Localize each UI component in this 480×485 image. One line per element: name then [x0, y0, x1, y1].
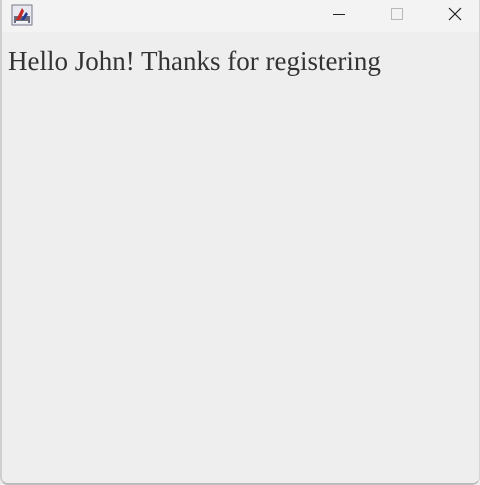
- close-icon: [448, 7, 462, 26]
- app-window: Hello John! Thanks for registering: [0, 0, 480, 485]
- maximize-icon: [391, 7, 403, 25]
- content-pane: Hello John! Thanks for registering: [2, 32, 479, 483]
- minimize-icon: [333, 7, 345, 25]
- title-bar[interactable]: [2, 0, 479, 33]
- minimize-button[interactable]: [310, 0, 368, 32]
- close-button[interactable]: [426, 0, 479, 32]
- welcome-message-label: Hello John! Thanks for registering: [8, 46, 381, 76]
- java-app-icon: [11, 4, 33, 26]
- maximize-button[interactable]: [368, 0, 426, 32]
